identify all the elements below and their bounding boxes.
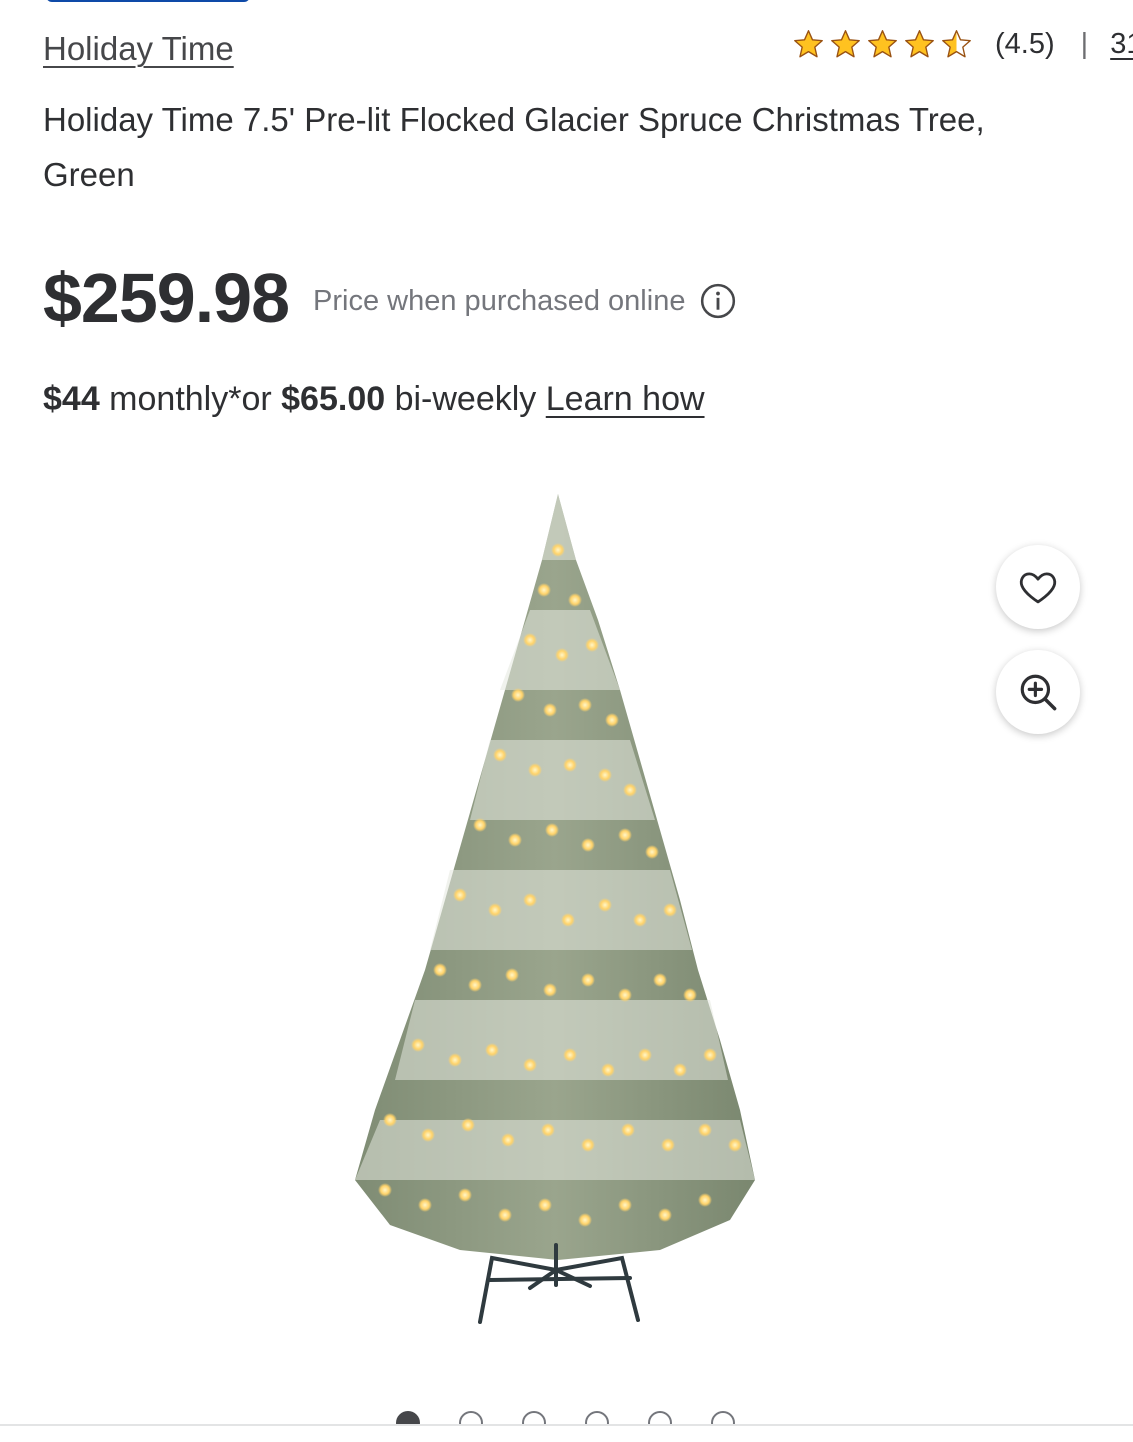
zoom-in-icon	[1020, 674, 1057, 711]
price-note: Price when purchased online	[313, 284, 686, 317]
product-title: Holiday Time 7.5' Pre-lit Flocked Glacie…	[43, 101, 985, 193]
financing-offer: $44 monthly*or $65.00 bi-weekly Learn ho…	[43, 380, 705, 419]
header-tab-indicator	[46, 0, 250, 2]
brand-link[interactable]: Holiday Time	[43, 30, 234, 68]
heart-icon	[1019, 572, 1057, 604]
product-image[interactable]	[330, 480, 780, 1340]
rating-summary[interactable]: (4.5) | 31	[792, 28, 1133, 61]
zoom-button[interactable]	[996, 650, 1080, 734]
star-full-icon	[794, 30, 823, 58]
product-price: $259.98	[43, 259, 290, 337]
biweekly-text: bi-weekly	[385, 380, 546, 418]
monthly-text: monthly*or	[99, 380, 282, 418]
rating-divider: |	[1080, 28, 1089, 60]
star-rating	[792, 28, 973, 61]
price-row: $259.98 Price when purchased online	[43, 258, 737, 338]
info-icon[interactable]	[699, 282, 737, 320]
rating-value: (4.5)	[995, 28, 1055, 60]
star-full-icon	[868, 30, 897, 58]
star-full-icon	[905, 30, 934, 58]
star-full-icon	[831, 30, 860, 58]
review-count-link[interactable]: 31	[1110, 28, 1133, 61]
monthly-amount: $44	[43, 380, 100, 418]
bottom-divider	[0, 1424, 1133, 1442]
biweekly-amount: $65.00	[281, 380, 386, 418]
star-half-icon	[942, 30, 971, 58]
favorite-button[interactable]	[996, 545, 1080, 629]
learn-how-link[interactable]: Learn how	[546, 380, 705, 418]
